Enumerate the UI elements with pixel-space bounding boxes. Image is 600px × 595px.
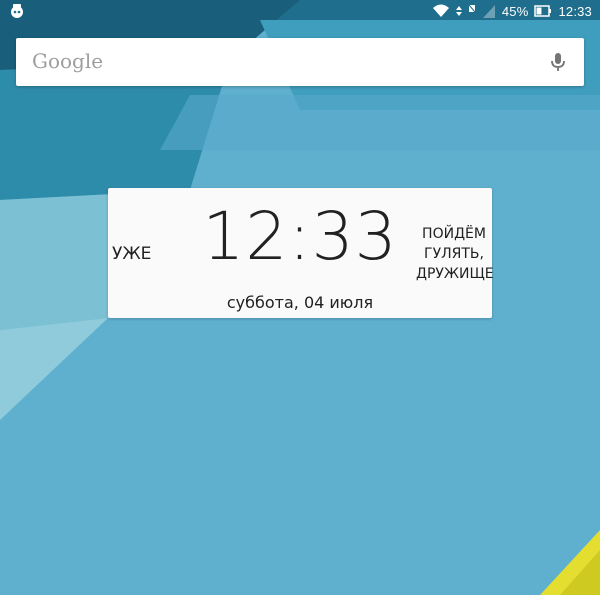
signal-icon	[482, 3, 496, 19]
battery-icon	[534, 3, 552, 19]
status-bar: 45% 12:33	[0, 0, 600, 22]
notification-app-icon	[8, 2, 26, 20]
battery-percent: 45%	[501, 3, 529, 19]
widget-right-text: ПОЙДЁМ ГУЛЯТЬ, ДРУЖИЩЕ	[416, 224, 494, 284]
google-search-bar[interactable]: Google	[16, 38, 584, 86]
mic-icon[interactable]	[546, 50, 570, 74]
widget-date: суббота, 04 июля	[226, 293, 374, 312]
widget-right-line: ГУЛЯТЬ,	[424, 246, 484, 262]
clock-widget[interactable]: УЖЕ 12:33 суббота, 04 июля ПОЙДЁМ ГУЛЯТЬ…	[108, 188, 494, 318]
data-arrows-icon	[455, 3, 462, 19]
home-screen: 45% 12:33 Google УЖЕ 12:33 суббота, 04 и…	[0, 0, 600, 595]
no-sim-icon	[468, 3, 476, 19]
google-logo: Google	[32, 49, 104, 73]
wifi-icon	[432, 3, 450, 19]
widget-right-line: ПОЙДЁМ	[422, 226, 486, 242]
status-time: 12:33	[558, 3, 592, 19]
widget-right-line: ДРУЖИЩЕ	[416, 266, 494, 282]
